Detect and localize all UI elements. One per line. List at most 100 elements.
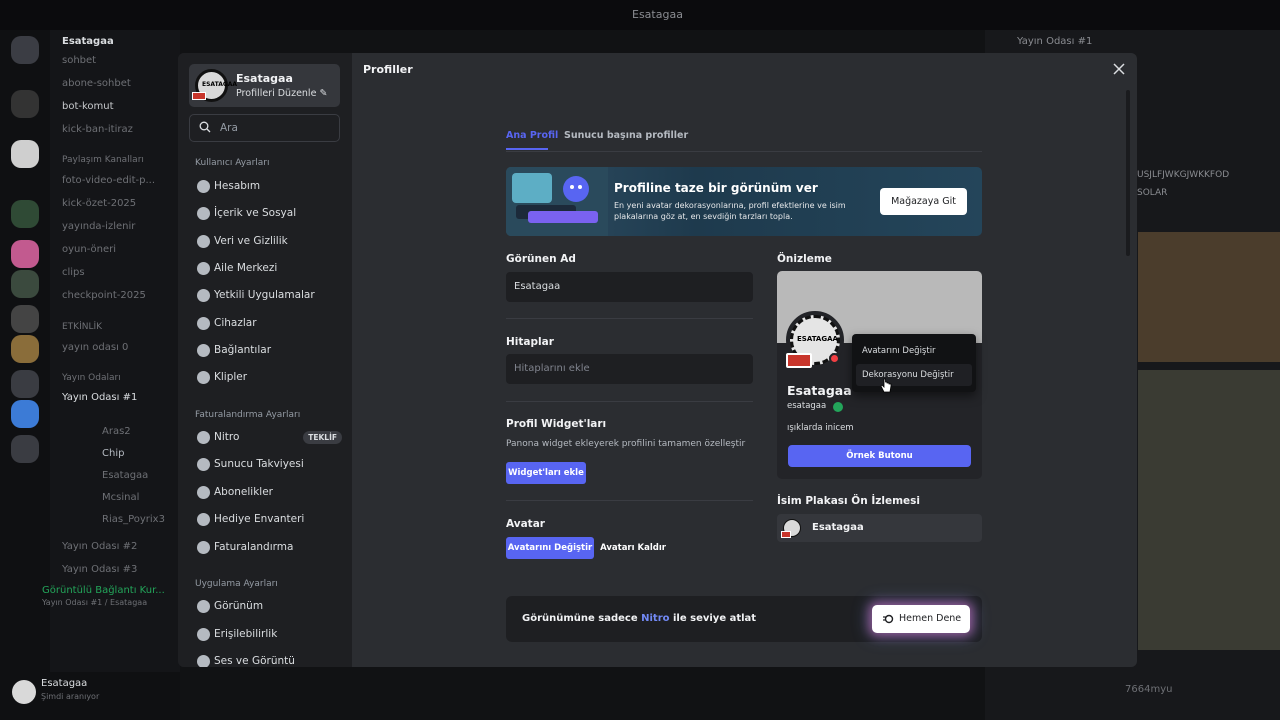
try-now-button[interactable]: Hemen Dene xyxy=(872,605,970,633)
channel-item[interactable]: yayın odası 0 xyxy=(62,342,128,353)
channel-item[interactable]: abone-sohbet xyxy=(62,78,131,89)
dnd-status-icon xyxy=(829,353,840,364)
voice-channel[interactable]: Yayın Odası #2 xyxy=(62,541,137,552)
sidebar-item-connections[interactable]: Bağlantılar xyxy=(192,339,344,363)
voice-user[interactable]: Mcsinal xyxy=(102,492,139,503)
change-avatar-button[interactable]: Avatarını Değiştir xyxy=(506,537,594,559)
server-icon[interactable] xyxy=(11,36,39,64)
tab-main-profile[interactable]: Ana Profil xyxy=(506,130,558,141)
scrollbar[interactable] xyxy=(1126,90,1130,256)
sidebar-item-data-privacy[interactable]: Veri ve Gizlilik xyxy=(192,230,344,254)
sidebar-item-account[interactable]: Hesabım xyxy=(192,175,344,199)
example-button[interactable]: Örnek Butonu xyxy=(788,445,971,467)
server-icon[interactable] xyxy=(11,305,39,333)
sidebar-item-family-center[interactable]: Aile Merkezi xyxy=(192,257,344,281)
sidebar-item-subscriptions[interactable]: Abonelikler xyxy=(192,481,344,505)
remove-avatar-button[interactable]: Avatarı Kaldır xyxy=(600,537,666,559)
channel-item[interactable]: clips xyxy=(62,267,85,278)
go-to-shop-button[interactable]: Mağazaya Git xyxy=(880,188,967,215)
sidebar-item-server-boost[interactable]: Sunucu Takviyesi xyxy=(192,453,344,477)
server-icon[interactable] xyxy=(11,200,39,228)
sidebar-item-label: Hesabım xyxy=(214,180,261,192)
sidebar-item-label: Sunucu Takviyesi xyxy=(214,458,304,470)
voice-header: Yayın Odası #1 xyxy=(1017,36,1093,47)
badge-icon xyxy=(833,402,843,412)
search-input[interactable]: Ara xyxy=(189,114,340,142)
accessibility-icon xyxy=(197,628,210,641)
display-name-field[interactable]: Esatagaa xyxy=(506,272,753,302)
server-icon[interactable] xyxy=(11,90,39,118)
server-icon[interactable] xyxy=(11,140,39,168)
sidebar-item-authorized-apps[interactable]: Yetkili Uygulamalar xyxy=(192,284,344,308)
sidebar-item-content-social[interactable]: İçerik ve Sosyal xyxy=(192,202,344,226)
channel-item[interactable]: foto-video-edit-p... xyxy=(62,175,155,186)
pronouns-field[interactable]: Hitaplarını ekle xyxy=(506,354,753,384)
channel-item[interactable]: kick-özet-2025 xyxy=(62,198,136,209)
voice-user[interactable]: Aras2 xyxy=(102,426,131,437)
tab-server-profiles[interactable]: Sunucu başına profiller xyxy=(564,130,688,141)
sidebar-item-nitro[interactable]: Nitro TEKLİF xyxy=(192,426,344,450)
decoration-tag-icon xyxy=(192,92,206,100)
voice-user[interactable]: Chip xyxy=(102,448,124,459)
preview-status: ışıklarda inicem xyxy=(787,423,854,433)
sidebar-item-clips[interactable]: Klipler xyxy=(192,366,344,390)
sidebar-item-devices[interactable]: Cihazlar xyxy=(192,312,344,336)
server-name[interactable]: Esatagaa xyxy=(62,36,114,47)
shop-banner: Profiline taze bir görünüm ver En yeni a… xyxy=(506,167,982,236)
avatar[interactable] xyxy=(12,680,36,704)
channel-item[interactable]: sohbet xyxy=(62,55,96,66)
sidebar-item-label: Bağlantılar xyxy=(214,344,272,356)
server-icon[interactable] xyxy=(11,335,39,363)
close-icon[interactable] xyxy=(1113,63,1125,75)
channel-list: Esatagaa sohbet abone-sohbet bot-komut k… xyxy=(42,30,180,720)
server-icon[interactable] xyxy=(11,370,39,398)
channel-item[interactable]: oyun-öneri xyxy=(62,244,116,255)
server-list xyxy=(0,30,50,720)
channel-item[interactable]: bot-komut xyxy=(62,101,114,112)
display-name-label: Görünen Ad xyxy=(506,253,576,265)
server-icon[interactable] xyxy=(11,435,39,463)
offer-badge: TEKLİF xyxy=(303,431,342,444)
sidebar-item-billing[interactable]: Faturalandırma xyxy=(192,536,344,560)
menu-item-change-avatar[interactable]: Avatarını Değiştir xyxy=(856,340,972,362)
video-tile[interactable] xyxy=(1138,370,1280,650)
avatar-text: ESATAGAA xyxy=(202,81,238,88)
divider xyxy=(506,401,753,402)
sidebar-item-accessibility[interactable]: Erişilebilirlik xyxy=(192,623,344,647)
pronouns-placeholder: Hitaplarını ekle xyxy=(514,363,590,374)
user-panel: Esatagaa Şimdi aranıyor xyxy=(0,672,180,720)
sidebar-item-appearance[interactable]: Görünüm xyxy=(192,595,344,619)
add-widgets-button[interactable]: Widget'ları ekle xyxy=(506,462,586,484)
voice-user[interactable]: Esatagaa xyxy=(102,470,148,481)
channel-item[interactable]: checkpoint-2025 xyxy=(62,290,146,301)
sidebar-item-label: Aile Merkezi xyxy=(214,262,278,274)
shield-icon xyxy=(197,235,210,248)
channel-category[interactable]: Yayın Odaları xyxy=(62,373,121,383)
clips-icon xyxy=(197,371,210,384)
profile-edit-row: Profilleri Düzenle ✎ xyxy=(236,88,327,99)
sidebar-item-voice-video[interactable]: Ses ve Görüntü xyxy=(192,650,344,667)
channel-category[interactable]: Paylaşım Kanalları xyxy=(62,155,144,165)
menu-item-change-decoration[interactable]: Dekorasyonu Değiştir xyxy=(856,364,972,386)
pencil-icon: ✎ xyxy=(319,88,328,99)
nameplate-preview: Esatagaa xyxy=(777,514,982,542)
channel-item[interactable]: kick-ban-itiraz xyxy=(62,124,133,135)
channel-category[interactable]: ETKİNLİK xyxy=(62,322,102,332)
overlay-text: SOLAR xyxy=(1137,188,1168,198)
voice-status: Görüntülü Bağlantı Kur... xyxy=(42,585,165,596)
voice-channel[interactable]: Yayın Odası #3 xyxy=(62,564,137,575)
active-tab-indicator xyxy=(506,148,548,150)
sidebar-item-label: Yetkili Uygulamalar xyxy=(214,289,315,301)
sidebar-item-label: Ses ve Görüntü xyxy=(214,655,295,667)
sidebar-item-gift-inventory[interactable]: Hediye Envanteri xyxy=(192,508,344,532)
server-icon[interactable] xyxy=(11,240,39,268)
content-icon xyxy=(197,207,210,220)
voice-user[interactable]: Rias_Poyrix3 xyxy=(102,514,165,525)
window-title: Esatagaa xyxy=(632,8,683,21)
server-icon[interactable] xyxy=(11,270,39,298)
voice-channel[interactable]: Yayın Odası #1 xyxy=(62,392,137,403)
server-icon[interactable] xyxy=(11,400,39,428)
profile-card[interactable]: ESATAGAA Esatagaa Profilleri Düzenle ✎ xyxy=(189,64,340,107)
channel-item[interactable]: yayında-izlenir xyxy=(62,221,135,232)
video-tile[interactable] xyxy=(1138,232,1280,362)
